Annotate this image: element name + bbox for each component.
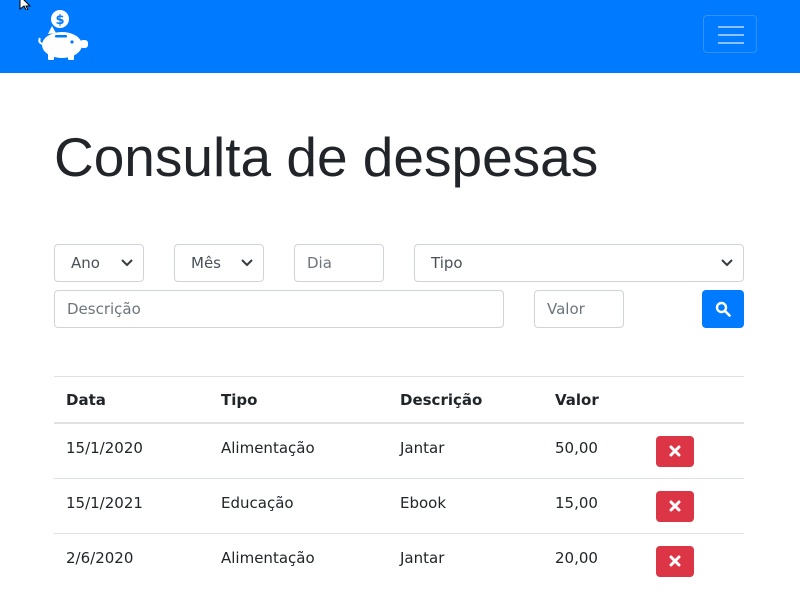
row-divider bbox=[54, 478, 744, 479]
mes-select-value: Mês bbox=[191, 254, 221, 272]
cell-valor: 20,00 bbox=[555, 549, 598, 567]
descricao-input[interactable]: Descrição bbox=[54, 290, 504, 328]
navbar-toggler-button[interactable] bbox=[703, 15, 757, 53]
cell-valor: 15,00 bbox=[555, 494, 598, 512]
valor-input[interactable]: Valor bbox=[534, 290, 624, 328]
svg-text:$: $ bbox=[55, 13, 64, 28]
delete-button[interactable] bbox=[656, 491, 694, 522]
search-button[interactable] bbox=[702, 290, 744, 328]
cell-tipo: Educação bbox=[221, 494, 294, 512]
tipo-select[interactable]: Tipo bbox=[414, 244, 744, 282]
valor-input-placeholder: Valor bbox=[547, 300, 585, 318]
delete-button[interactable] bbox=[656, 546, 694, 577]
dia-input[interactable]: Dia bbox=[294, 244, 384, 282]
hamburger-menu-icon bbox=[718, 26, 744, 44]
table-header-divider bbox=[54, 422, 744, 424]
chevron-down-icon bbox=[241, 259, 253, 267]
piggy-bank-logo-icon[interactable]: $ bbox=[38, 8, 90, 62]
close-icon bbox=[669, 500, 681, 512]
column-header-tipo: Tipo bbox=[221, 391, 258, 409]
table-top-border bbox=[54, 376, 744, 377]
cell-data: 2/6/2020 bbox=[66, 549, 134, 567]
dia-input-placeholder: Dia bbox=[307, 254, 332, 272]
column-header-valor: Valor bbox=[555, 391, 599, 409]
mouse-cursor-icon bbox=[19, 0, 32, 10]
cell-descricao: Jantar bbox=[400, 549, 445, 567]
tipo-select-value: Tipo bbox=[431, 254, 463, 272]
ano-select-value: Ano bbox=[71, 254, 100, 272]
page-title: Consulta de despesas bbox=[54, 126, 599, 188]
delete-button[interactable] bbox=[656, 436, 694, 467]
search-icon bbox=[715, 301, 731, 317]
column-header-data: Data bbox=[66, 391, 106, 409]
column-header-descricao: Descrição bbox=[400, 391, 483, 409]
cell-descricao: Ebook bbox=[400, 494, 447, 512]
close-icon bbox=[669, 445, 681, 457]
cell-valor: 50,00 bbox=[555, 439, 598, 457]
cell-tipo: Alimentação bbox=[221, 439, 315, 457]
ano-select[interactable]: Ano bbox=[54, 244, 144, 282]
chevron-down-icon bbox=[121, 259, 133, 267]
descricao-input-placeholder: Descrição bbox=[67, 300, 141, 318]
cell-descricao: Jantar bbox=[400, 439, 445, 457]
cell-tipo: Alimentação bbox=[221, 549, 315, 567]
cell-data: 15/1/2021 bbox=[66, 494, 143, 512]
cell-data: 15/1/2020 bbox=[66, 439, 143, 457]
mes-select[interactable]: Mês bbox=[174, 244, 264, 282]
row-divider bbox=[54, 533, 744, 534]
chevron-down-icon bbox=[721, 259, 733, 267]
navbar: $ bbox=[0, 0, 800, 73]
close-icon bbox=[669, 555, 681, 567]
